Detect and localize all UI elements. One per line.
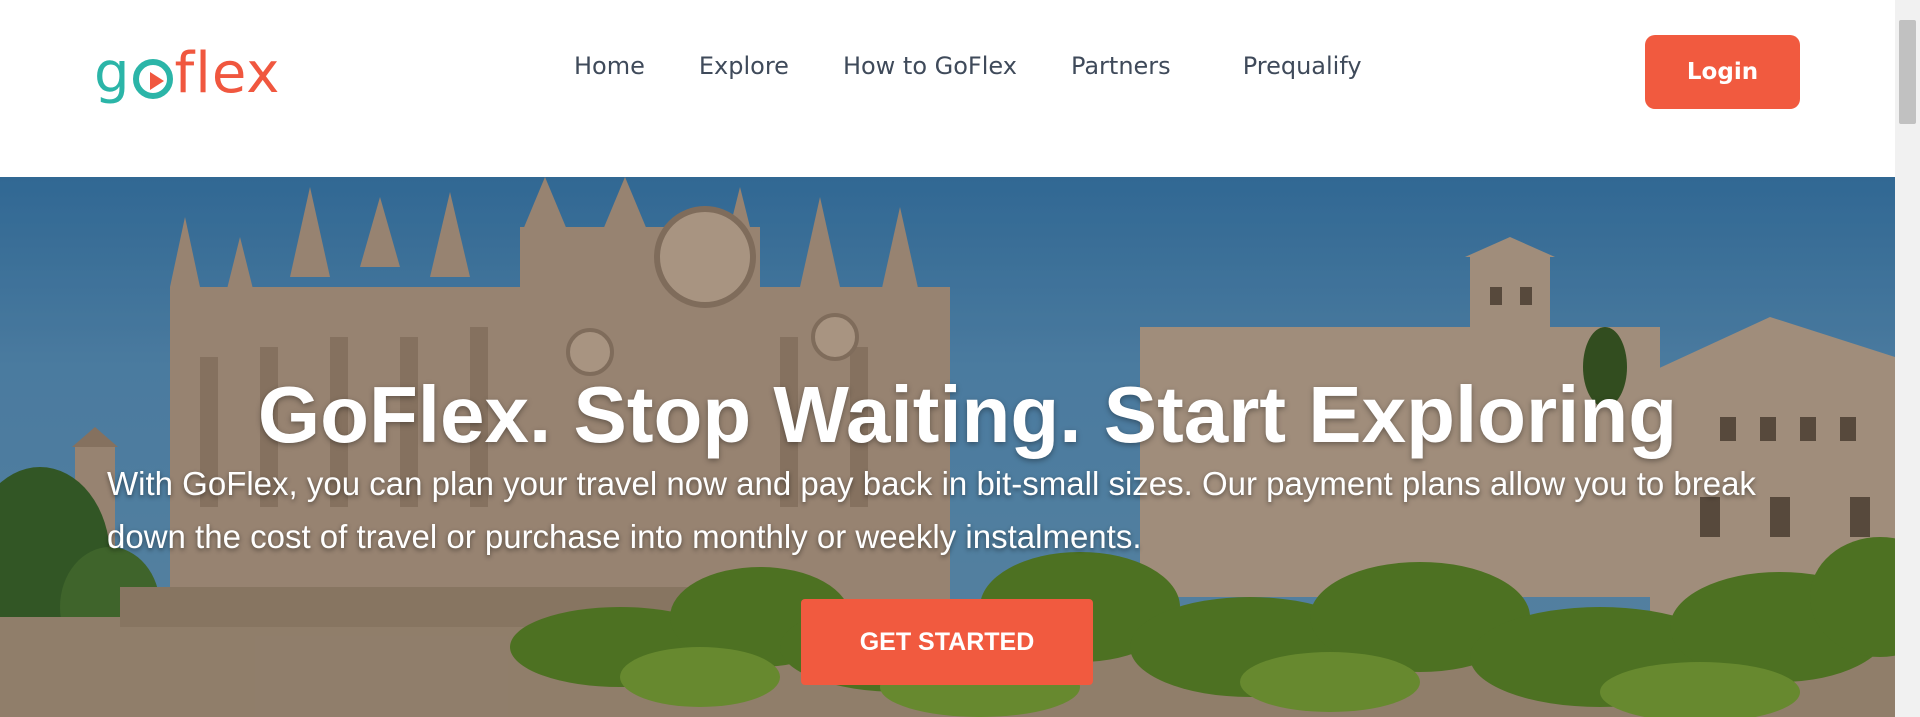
nav-how-to-goflex[interactable]: How to GoFlex (843, 52, 1017, 80)
page-scrollbar[interactable] (1895, 0, 1920, 717)
get-started-button[interactable]: GET STARTED (801, 599, 1093, 685)
goflex-logo[interactable]: g flex (94, 44, 280, 104)
logo-flex-text: flex (174, 41, 281, 106)
hero-subtitle: With GoFlex, you can plan your travel no… (107, 465, 1756, 555)
scrollbar-thumb[interactable] (1899, 20, 1916, 124)
nav-home[interactable]: Home (574, 52, 645, 80)
main-nav: Home Explore How to GoFlex Partners Preq… (574, 52, 1362, 80)
nav-partners[interactable]: Partners (1071, 52, 1171, 80)
play-o-icon (132, 59, 173, 99)
hero-section: GoFlex. Stop Waiting. Start Exploring Wi… (0, 177, 1895, 717)
nav-explore[interactable]: Explore (699, 52, 789, 80)
hero-title: GoFlex. Stop Waiting. Start Exploring (257, 370, 1678, 459)
nav-prequalify[interactable]: Prequalify (1243, 52, 1362, 80)
logo-go-text: g (94, 41, 131, 106)
site-header: g flex Home Explore How to GoFlex Partne… (0, 0, 1895, 177)
login-button[interactable]: Login (1645, 35, 1800, 109)
